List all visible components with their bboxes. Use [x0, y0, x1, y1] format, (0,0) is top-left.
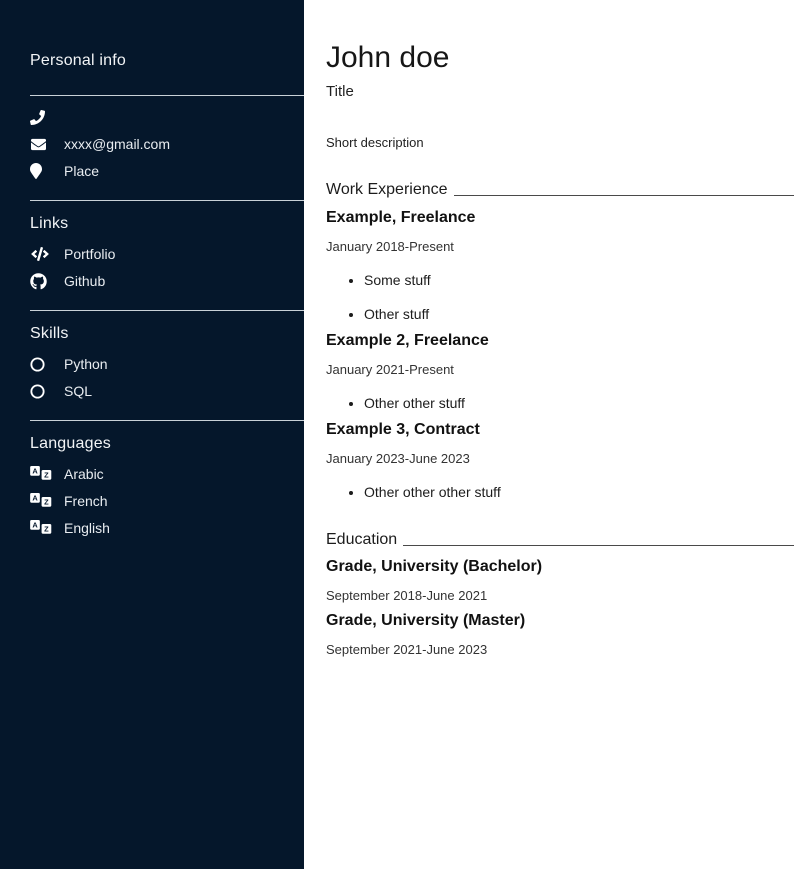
svg-text:A: A: [32, 466, 38, 475]
language-label: English: [64, 520, 110, 536]
bullet-item: Other other stuff: [364, 395, 794, 411]
links-section: Links Portfolio Github: [30, 215, 304, 290]
entry-title: Grade, University (Master): [326, 612, 794, 630]
svg-text:A: A: [32, 493, 38, 502]
bullet-item: Other stuff: [364, 306, 794, 322]
svg-text:Z: Z: [44, 470, 49, 479]
link-row-portfolio[interactable]: Portfolio: [30, 245, 304, 263]
work-entry: Example 2, Freelance January 2021-Presen…: [326, 332, 794, 411]
circle-icon: [30, 357, 52, 372]
language-label: Arabic: [64, 466, 104, 482]
entry-title: Example, Freelance: [326, 209, 794, 227]
entry-dates: January 2018-Present: [326, 239, 794, 254]
page-title: John doe: [326, 42, 794, 74]
entry-title: Grade, University (Bachelor): [326, 558, 794, 576]
place-text: Place: [64, 163, 99, 179]
sidebar: Personal info xxxx@gmail.com Place: [0, 0, 304, 869]
section-heading: Education: [326, 531, 794, 549]
github-icon: [30, 273, 52, 290]
circle-icon: [30, 384, 52, 399]
skill-row: SQL: [30, 382, 304, 400]
separator: [30, 420, 304, 421]
entry-dates: September 2021-June 2023: [326, 642, 794, 657]
svg-text:Z: Z: [44, 524, 49, 533]
link-row-github[interactable]: Github: [30, 272, 304, 290]
main-content: John doe Title Short description Work Ex…: [326, 0, 794, 657]
languages-title: Languages: [30, 435, 304, 453]
resume-page: Personal info xxxx@gmail.com Place: [0, 0, 794, 869]
skill-label: Python: [64, 356, 108, 372]
email-text: xxxx@gmail.com: [64, 136, 170, 152]
bullet-list: Other other other stuff: [326, 484, 794, 500]
short-description: Short description: [326, 135, 794, 150]
skill-label: SQL: [64, 383, 92, 399]
entry-dates: September 2018-June 2021: [326, 588, 794, 603]
link-label: Portfolio: [64, 246, 115, 262]
location-icon: [30, 163, 52, 179]
separator: [30, 95, 304, 96]
code-icon: [30, 247, 52, 261]
education-entry: Grade, University (Master) September 202…: [326, 612, 794, 657]
entry-dates: January 2023-June 2023: [326, 451, 794, 466]
svg-text:Z: Z: [44, 497, 49, 506]
personal-info-section: Personal info xxxx@gmail.com Place: [30, 52, 304, 180]
language-row: AZ French: [30, 492, 304, 510]
bullet-item: Other other other stuff: [364, 484, 794, 500]
svg-text:A: A: [32, 520, 38, 529]
language-icon: AZ: [30, 466, 52, 482]
section-heading-label: Work Experience: [326, 181, 448, 199]
envelope-icon: [30, 137, 52, 152]
contact-row-place: Place: [30, 162, 304, 180]
skills-title: Skills: [30, 325, 304, 343]
bullet-item: Some stuff: [364, 272, 794, 288]
skill-row: Python: [30, 355, 304, 373]
separator: [30, 310, 304, 311]
phone-icon: [30, 110, 52, 125]
skills-section: Skills Python SQL: [30, 325, 304, 400]
education-entry: Grade, University (Bachelor) September 2…: [326, 558, 794, 603]
work-entry: Example, Freelance January 2018-Present …: [326, 209, 794, 322]
language-row: AZ Arabic: [30, 465, 304, 483]
languages-section: Languages AZ Arabic AZ French AZ English: [30, 435, 304, 537]
language-row: AZ English: [30, 519, 304, 537]
entry-dates: January 2021-Present: [326, 362, 794, 377]
section-heading: Work Experience: [326, 181, 794, 199]
contact-row-email: xxxx@gmail.com: [30, 135, 304, 153]
job-title: Title: [326, 83, 794, 100]
entry-title: Example 2, Freelance: [326, 332, 794, 350]
bullet-list: Other other stuff: [326, 395, 794, 411]
personal-info-title: Personal info: [30, 52, 304, 70]
heading-rule: [403, 545, 794, 546]
separator: [30, 200, 304, 201]
link-label: Github: [64, 273, 105, 289]
language-icon: AZ: [30, 493, 52, 509]
contact-row-phone: [30, 108, 304, 126]
work-experience-section: Work Experience Example, Freelance Janua…: [326, 181, 794, 500]
entry-title: Example 3, Contract: [326, 421, 794, 439]
work-entry: Example 3, Contract January 2023-June 20…: [326, 421, 794, 500]
language-label: French: [64, 493, 108, 509]
education-section: Education Grade, University (Bachelor) S…: [326, 531, 794, 657]
section-heading-label: Education: [326, 531, 397, 549]
links-title: Links: [30, 215, 304, 233]
heading-rule: [454, 195, 794, 196]
language-icon: AZ: [30, 520, 52, 536]
bullet-list: Some stuff Other stuff: [326, 272, 794, 322]
